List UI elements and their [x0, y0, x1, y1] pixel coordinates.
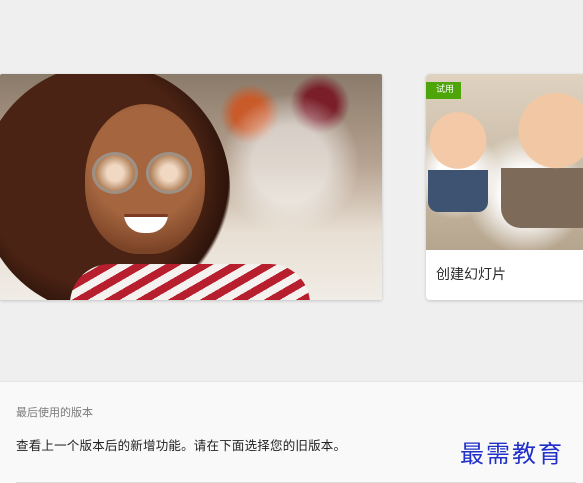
create-slideshow-image [426, 74, 583, 250]
template-carousel: 试用 创建幻灯片 [0, 0, 583, 380]
recent-versions-panel: 最后使用的版本 查看上一个版本后的新增功能。请在下面选择您的旧版本。 最需教育 [0, 381, 583, 483]
trial-badge: 试用 [426, 82, 462, 99]
create-slideshow-card[interactable]: 试用 创建幻灯片 [426, 74, 583, 300]
recent-versions-heading: 最后使用的版本 [16, 406, 93, 419]
featured-template-image [0, 74, 382, 300]
create-slideshow-title: 创建幻灯片 [436, 267, 506, 283]
recent-versions-description: 查看上一个版本后的新增功能。请在下面选择您的旧版本。 [16, 438, 347, 453]
watermark-logo: 最需教育 [460, 440, 564, 468]
featured-template-card[interactable] [0, 74, 382, 300]
